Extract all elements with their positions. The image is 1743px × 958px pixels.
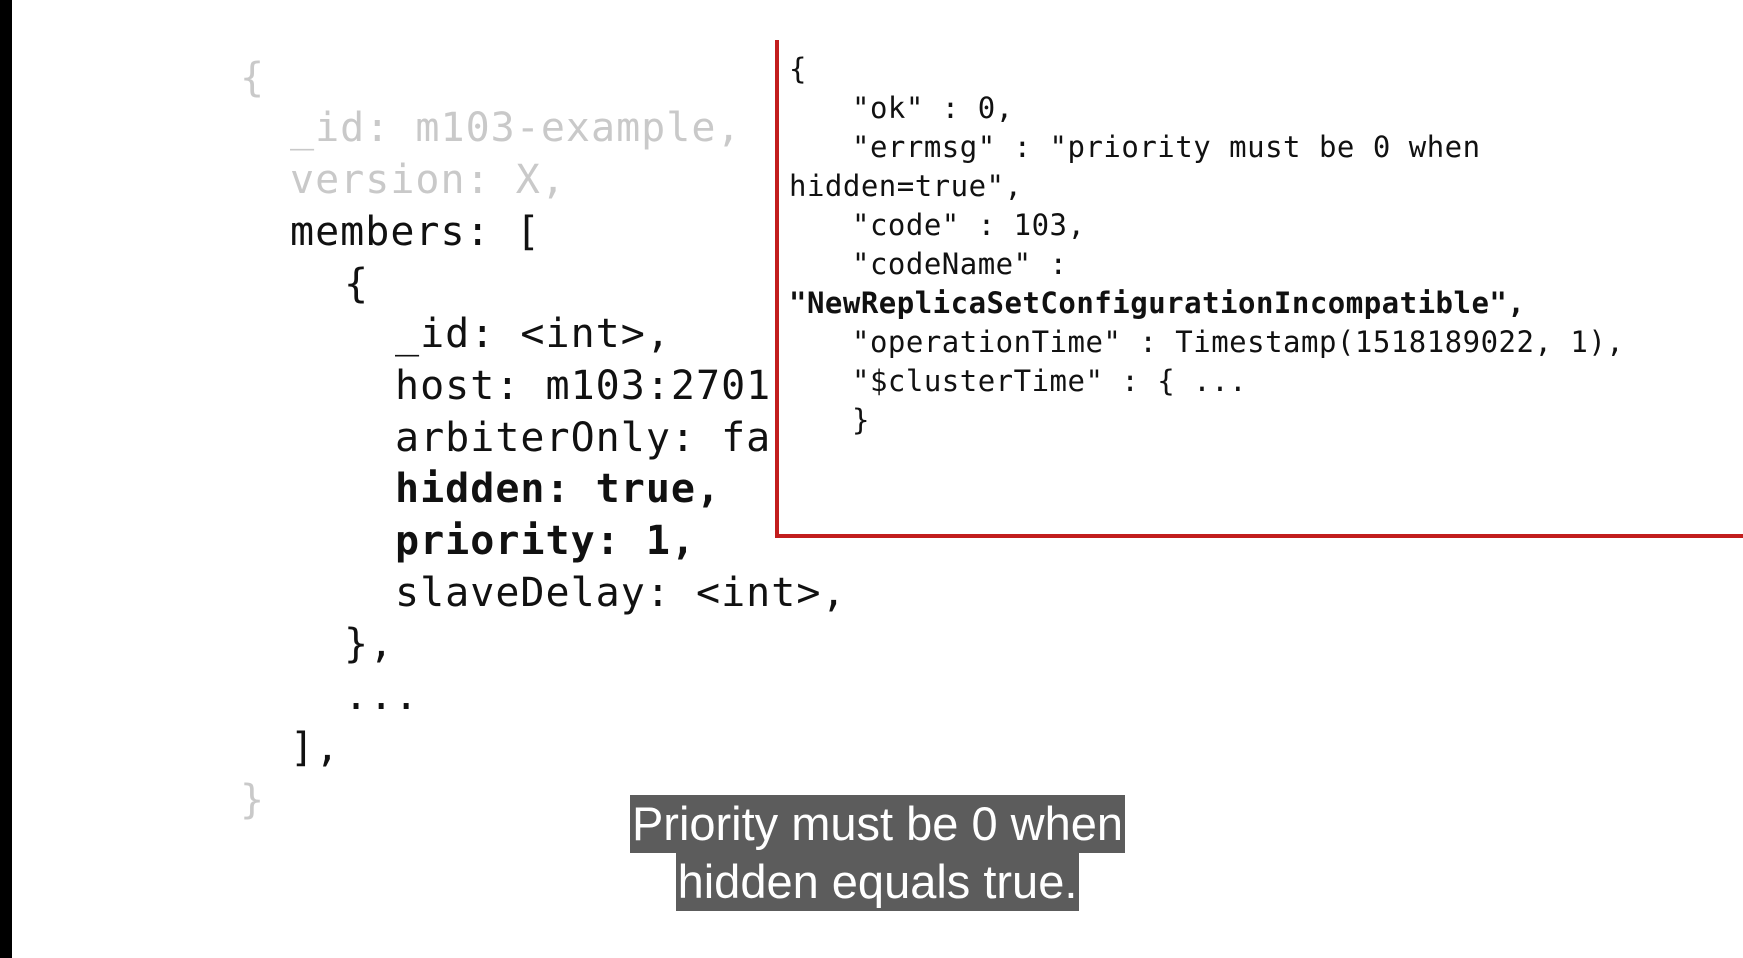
config-version-line: version: X, (290, 157, 566, 203)
caption-text-2: hidden equals true. (675, 853, 1080, 911)
member-priority-line: priority: 1, (395, 518, 696, 564)
config-members-line: members: [ (290, 209, 541, 255)
member-id-line: _id: <int>, (395, 311, 671, 357)
member-open-brace: { (344, 261, 370, 307)
error-codename-key: "codeName" : (852, 247, 1068, 281)
error-operation-time-line: "operationTime" : Timestamp(1518189022, … (852, 325, 1625, 359)
error-errmsg-continuation: hidden=true", (789, 169, 1023, 203)
member-arbiter-line: arbiterOnly: fa (395, 415, 772, 461)
config-open-brace: { (240, 55, 266, 101)
caption-line-2: hidden equals true. (12, 853, 1743, 911)
members-close-bracket: ], (290, 725, 341, 771)
error-cluster-time-line: "$clusterTime" : { ... (852, 364, 1248, 398)
member-host-line: host: m103:2701 (395, 363, 772, 409)
error-codename-value: "NewReplicaSetConfigurationIncompatible"… (789, 286, 1526, 320)
error-open-brace: { (789, 52, 807, 86)
error-code-line: "code" : 103, (852, 208, 1086, 242)
member-slave-delay-line: slaveDelay: <int>, (395, 570, 847, 616)
members-ellipsis: ... (344, 673, 420, 719)
error-output-panel: { "ok" : 0, "errmsg" : "priority must be… (775, 40, 1743, 538)
error-errmsg-line: "errmsg" : "priority must be 0 when (852, 130, 1481, 164)
caption-text-1: Priority must be 0 when (629, 795, 1126, 853)
caption-line-1: Priority must be 0 when (12, 795, 1743, 853)
error-ok-line: "ok" : 0, (852, 91, 1014, 125)
video-frame: { _id: m103-example, version: X, members… (12, 0, 1743, 958)
config-id-line: _id: m103-example, (290, 105, 742, 151)
error-close-brace: } (852, 403, 870, 437)
member-close-brace: }, (344, 621, 395, 667)
member-hidden-line: hidden: true, (395, 466, 722, 512)
